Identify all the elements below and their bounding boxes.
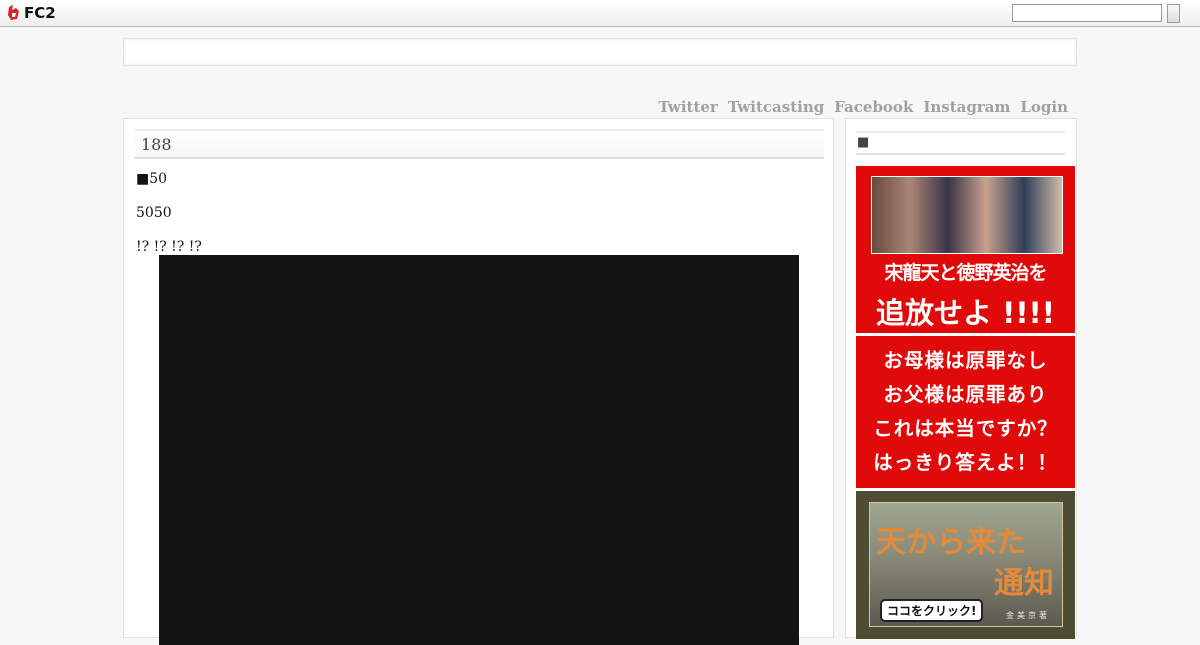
search-input[interactable]	[1012, 4, 1162, 22]
fc2-logo-text: FC2	[24, 4, 56, 22]
entry-title[interactable]: 188	[135, 129, 824, 159]
banner-original-sin[interactable]: お母様は原罪なし お父様は原罪あり これは本当ですか？ はっきり答えよ！！	[856, 336, 1075, 488]
main-content: 188 ■50 5050 !? !? !? !?	[123, 118, 834, 645]
banner-line: はっきり答えよ！！	[873, 451, 1058, 474]
banner-photo	[871, 176, 1063, 254]
banner-line: お父様は原罪あり	[883, 383, 1048, 406]
nav-login-link[interactable]: Login	[1020, 98, 1068, 116]
nav-instagram-link[interactable]: Instagram	[923, 98, 1010, 116]
nav-twitcasting-link[interactable]: Twitcasting	[728, 98, 824, 116]
top-bar: FC2	[0, 0, 1200, 27]
search-button[interactable]	[1167, 4, 1180, 23]
banner-book[interactable]: 天から来た 通知 金美京著 ココをクリック!	[856, 491, 1075, 639]
social-nav: Twitter Twitcasting Facebook Instagram L…	[658, 98, 1068, 116]
sidebar-title: ■	[856, 131, 1065, 155]
entry-paragraph: 5050	[136, 205, 172, 221]
book-author: 金美京著	[1006, 611, 1050, 620]
fc2-logo[interactable]: FC2	[7, 4, 56, 22]
nav-twitter-link[interactable]: Twitter	[658, 98, 717, 116]
entry-paragraph: ■50	[136, 171, 168, 187]
fc2-fox-logo-icon	[8, 5, 19, 20]
banner-line: 宋龍天と徳野英治を	[884, 262, 1047, 284]
nav-facebook-link[interactable]: Facebook	[834, 98, 913, 116]
sidebar: ■ 宋龍天と徳野英治を 追放せよ !!!! お母様は原罪なし お父様は原罪あり …	[845, 118, 1077, 639]
banner-line: お母様は原罪なし	[883, 349, 1048, 372]
book-title-line: 天から来た	[876, 525, 1026, 560]
book-title-line: 通知	[994, 566, 1054, 601]
banner-line: 追放せよ !!!!	[876, 296, 1055, 330]
video-player[interactable]	[159, 255, 799, 645]
book-cover: 天から来た 通知 金美京著 ココをクリック!	[869, 502, 1063, 627]
entry-paragraph: !? !? !? !?	[136, 239, 202, 255]
banner-expel[interactable]: 宋龍天と徳野英治を 追放せよ !!!!	[856, 166, 1075, 333]
click-here-button[interactable]: ココをクリック!	[880, 599, 984, 622]
banner-line: これは本当ですか？	[873, 417, 1058, 440]
blog-header	[123, 38, 1077, 66]
